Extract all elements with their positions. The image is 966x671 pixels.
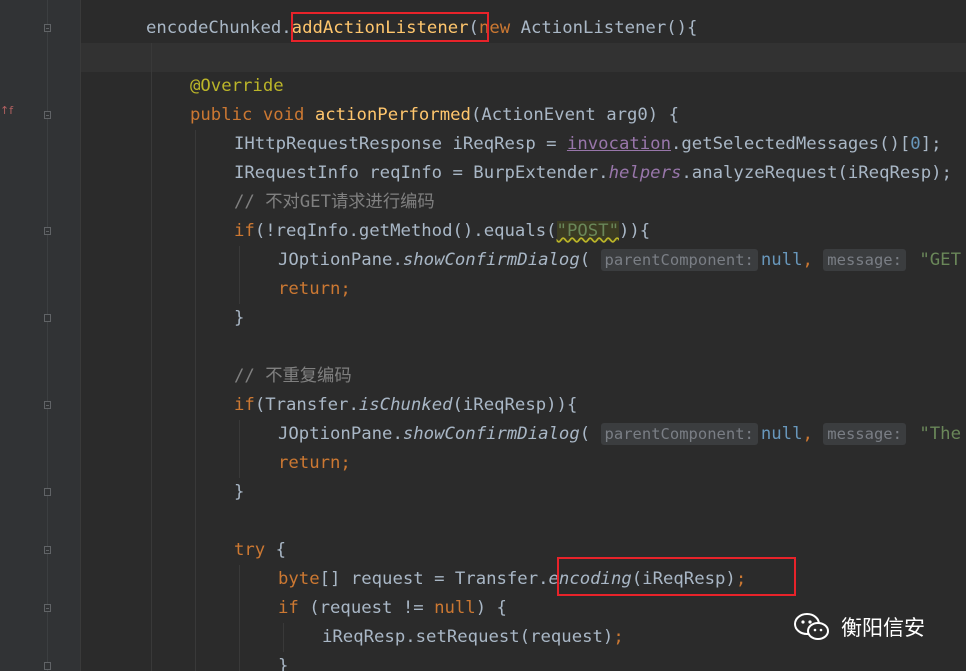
code-token: { — [275, 540, 287, 560]
parameter-hint: parentComponent: — [600, 249, 758, 271]
code-line[interactable]: @Override — [190, 72, 284, 101]
code-token: [] request = Transfer. — [319, 569, 549, 589]
indent-guide — [195, 130, 196, 671]
code-line[interactable]: iReqResp.setRequest(request); — [322, 623, 624, 652]
highlight-box-encoding — [557, 557, 796, 596]
fold-line — [47, 0, 48, 671]
code-token: JOptionPane. — [278, 250, 403, 270]
code-token: { — [639, 221, 651, 241]
code-token: } — [278, 656, 289, 671]
line-gutter: ↑f — [0, 0, 81, 671]
code-token: null — [760, 424, 803, 444]
code-token: if — [234, 221, 255, 241]
code-token: "The — [908, 424, 961, 444]
code-token: (!reqInfo.getMethod().equals( — [254, 221, 557, 241]
code-token: (request != — [309, 598, 435, 618]
code-token: showConfirmDialog — [402, 250, 580, 270]
parameter-hint: parentComponent: — [600, 423, 758, 445]
fold-toggle[interactable] — [44, 401, 51, 409]
code-token: .getSelectedMessages()[ — [670, 134, 911, 154]
code-line[interactable]: if (request != null) { — [278, 594, 507, 623]
code-token: )) — [618, 221, 640, 241]
code-line[interactable]: try { — [234, 536, 286, 565]
code-token: JOptionPane. — [278, 424, 403, 444]
code-token: public void — [190, 105, 315, 125]
code-token: ) { — [475, 598, 507, 618]
code-token: try — [234, 540, 276, 560]
code-line[interactable]: // 不重复编码 — [234, 362, 352, 391]
code-token: (ActionEvent arg0) { — [470, 105, 680, 125]
code-token: @Override — [190, 76, 284, 96]
code-token: ( — [579, 250, 601, 270]
code-token: return; — [278, 453, 351, 473]
code-line[interactable]: if(Transfer.isChunked(iReqResp)){ — [234, 391, 577, 420]
code-line[interactable]: return; — [278, 275, 351, 304]
indent-guide — [283, 623, 284, 652]
code-line[interactable]: if(!reqInfo.getMethod().equals("POST")){ — [234, 217, 650, 246]
code-line[interactable]: // 不对GET请求进行编码 — [234, 188, 435, 217]
fold-toggle[interactable] — [44, 111, 51, 119]
code-line[interactable]: JOptionPane.showConfirmDialog( parentCom… — [278, 420, 961, 449]
code-line[interactable]: IHttpRequestResponse iReqResp = invocati… — [234, 130, 942, 159]
indent-guide — [239, 246, 240, 304]
code-token: null — [434, 598, 476, 618]
code-editor[interactable]: encodeChunked.addActionListener(new Acti… — [81, 0, 966, 671]
code-token: showConfirmDialog — [402, 424, 580, 444]
fold-toggle[interactable] — [44, 604, 51, 612]
code-line[interactable]: } — [234, 478, 244, 507]
indent-guide — [239, 565, 240, 671]
code-token: // 不重复编码 — [234, 366, 352, 386]
code-token: (iReqResp)){ — [452, 395, 578, 415]
code-token: null — [760, 250, 803, 270]
highlight-box-addactionlistener — [291, 12, 489, 42]
code-token: byte — [278, 569, 320, 589]
indent-guide — [239, 420, 240, 478]
caret-line-highlight — [81, 43, 966, 72]
code-token: (Transfer. — [254, 395, 359, 415]
code-token: 0 — [910, 134, 921, 154]
fold-toggle[interactable] — [44, 314, 51, 322]
code-token: isChunked — [358, 395, 453, 415]
watermark-label: 衡阳信安 — [841, 616, 925, 640]
code-token: "POST" — [556, 221, 619, 241]
fold-toggle[interactable] — [44, 227, 51, 235]
fold-toggle[interactable] — [44, 488, 51, 496]
code-token: return; — [278, 279, 351, 299]
code-token: // 不对GET请求进行编码 — [234, 192, 435, 212]
code-token: actionPerformed — [314, 105, 471, 125]
code-token: ( — [579, 424, 601, 444]
code-token: } — [234, 482, 245, 502]
code-token: } — [234, 308, 245, 328]
parameter-hint: message: — [823, 249, 906, 271]
code-line[interactable]: public void actionPerformed(ActionEvent … — [190, 101, 679, 130]
code-line[interactable]: } — [234, 304, 244, 333]
code-token: if — [278, 598, 310, 618]
code-line[interactable]: IRequestInfo reqInfo = BurpExtender.help… — [234, 159, 952, 188]
parameter-hint: message: — [823, 423, 906, 445]
code-token: IRequestInfo reqInfo = BurpExtender. — [234, 163, 609, 183]
code-token: invocation — [566, 134, 671, 154]
code-line[interactable]: JOptionPane.showConfirmDialog( parentCom… — [278, 246, 961, 275]
override-method-icon[interactable]: ↑f — [0, 104, 13, 117]
code-token: ]; — [920, 134, 942, 154]
indent-guide — [151, 43, 152, 671]
code-line[interactable]: return; — [278, 449, 351, 478]
code-token: encodeChunked — [146, 18, 282, 38]
wechat-icon — [794, 613, 829, 640]
code-token: if — [234, 395, 255, 415]
code-token: "GET — [908, 250, 961, 270]
code-token: IHttpRequestResponse iReqResp = — [234, 134, 567, 154]
code-line[interactable]: } — [278, 652, 288, 671]
code-token: ActionListener(){ — [520, 18, 698, 38]
fold-toggle[interactable] — [44, 662, 51, 670]
code-token: iReqResp.setRequest(request) — [322, 627, 614, 647]
code-token: , — [802, 424, 824, 444]
watermark: 衡阳信安 — [793, 610, 925, 644]
fold-toggle[interactable] — [44, 24, 51, 32]
code-token: helpers — [608, 163, 682, 183]
code-token: ; — [613, 627, 624, 647]
fold-toggle[interactable] — [44, 546, 51, 554]
code-token: .analyzeRequest(iReqResp); — [681, 163, 952, 183]
code-token: , — [802, 250, 824, 270]
